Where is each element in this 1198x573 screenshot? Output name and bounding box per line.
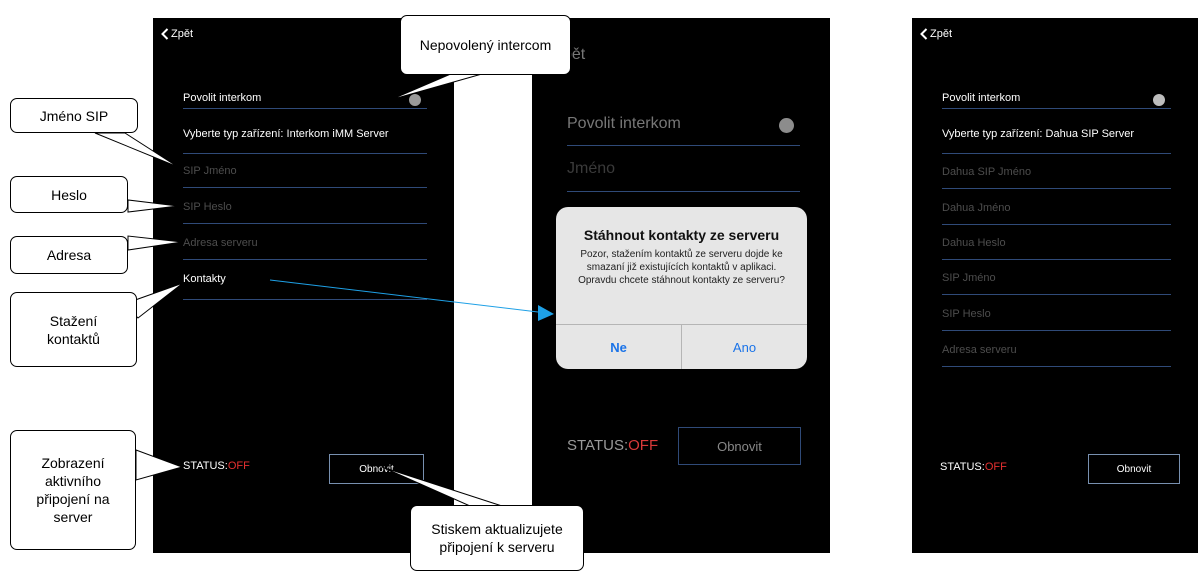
callout-pointer: [127, 235, 183, 251]
callout-pointer: [135, 449, 184, 481]
arrow-head-icon: [538, 305, 554, 321]
callout-jmeno-sip: Jméno SIP: [10, 98, 138, 133]
callout-adresa: Adresa: [10, 236, 128, 274]
callout-pointer: [94, 132, 179, 168]
callout-pointers: [94, 69, 554, 507]
arrow-line: [269, 279, 539, 313]
callout-pointer: [381, 466, 503, 507]
callout-nepovoleny: Nepovolený intercom: [400, 15, 571, 75]
callout-zobrazeni: Zobrazení aktivního připojení na server: [10, 430, 136, 550]
callout-heslo: Heslo: [10, 176, 128, 213]
callout-stazeni: Stažení kontaktů: [10, 292, 137, 367]
callout-pointer: [127, 199, 179, 213]
callout-stiskem: Stiskem aktualizujete připojení k server…: [410, 505, 584, 571]
